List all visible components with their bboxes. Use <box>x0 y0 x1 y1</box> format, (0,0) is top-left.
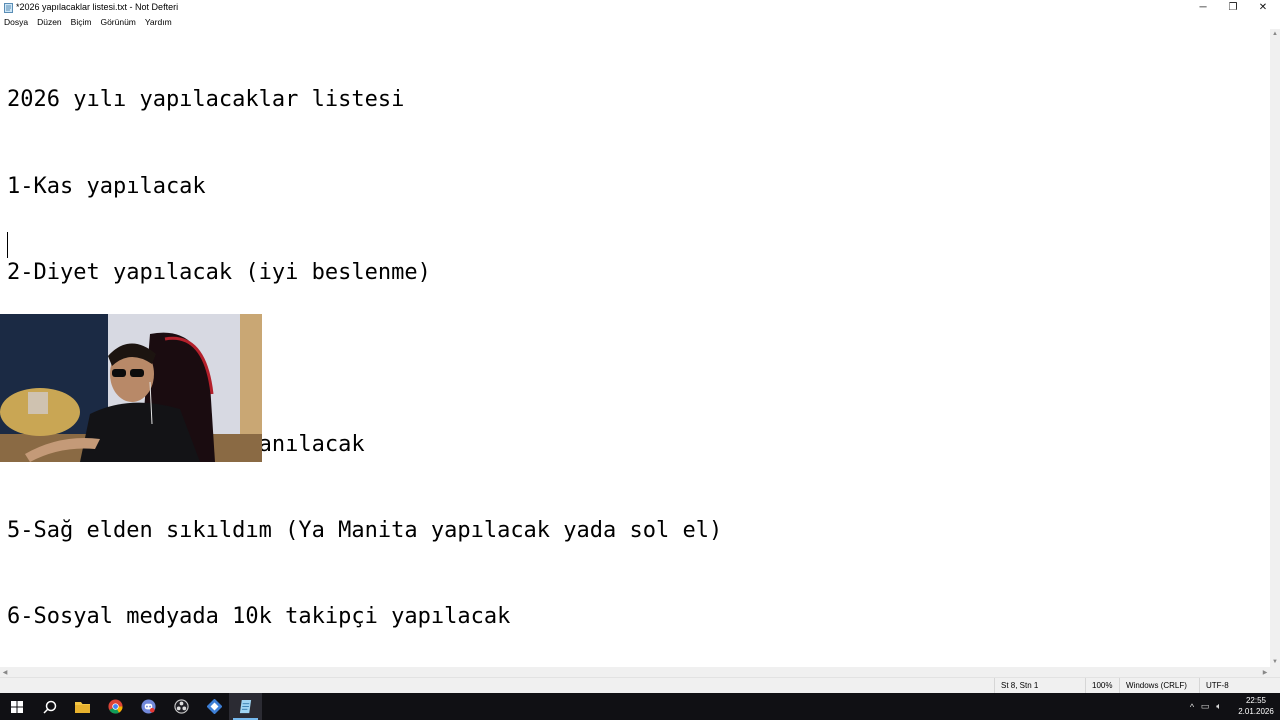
editor-line: 2026 yılı yapılacaklar listesi <box>7 87 405 113</box>
menu-gorunum[interactable]: Görünüm <box>100 15 135 29</box>
clock-time: 22:55 <box>1245 696 1267 705</box>
minimize-icon: ─ <box>1199 2 1207 13</box>
file-explorer-icon <box>75 701 90 713</box>
scroll-up-icon[interactable]: ▲ <box>1270 29 1280 39</box>
line-ending: Windows (CRLF) <box>1119 678 1187 694</box>
obs-button[interactable] <box>165 693 198 720</box>
minimize-button[interactable]: ─ <box>1188 0 1218 15</box>
network-icon[interactable]: ▭ <box>1198 701 1212 712</box>
editor-line: 6-Sosyal medyada 10k takipçi yapılacak <box>7 603 511 629</box>
webcam-overlay <box>0 314 262 462</box>
taskbar-clock[interactable]: 22:55 2.01.2026 <box>1236 695 1276 717</box>
file-explorer-button[interactable] <box>66 693 99 720</box>
menu-dosya[interactable]: Dosya <box>4 15 28 29</box>
search-icon <box>42 700 56 714</box>
close-button[interactable]: ✕ <box>1248 0 1278 15</box>
notepad-app-icon <box>3 2 13 13</box>
taskbar: ^ ▭ 🔈︎ 22:55 2.01.2026 <box>0 693 1280 720</box>
menu-duzen[interactable]: Düzen <box>37 15 62 29</box>
windows-start-icon <box>10 700 23 713</box>
horizontal-scrollbar[interactable]: ◀ ▶ <box>0 667 1270 677</box>
editor-line: 1-Kas yapılacak <box>7 173 206 199</box>
volume-icon[interactable]: 🔈︎ <box>1212 701 1226 712</box>
system-tray: ^ ▭ 🔈︎ <box>1186 693 1226 720</box>
discord-button[interactable] <box>132 693 165 720</box>
clock-date: 2.01.2026 <box>1238 707 1274 716</box>
editor-line: 2-Diyet yapılacak (iyi beslenme) <box>7 259 431 285</box>
maximize-button[interactable]: ❐ <box>1218 0 1248 15</box>
vertical-scrollbar[interactable]: ▲ ▼ <box>1270 29 1280 667</box>
restore-icon: ❐ <box>1228 2 1238 13</box>
start-button[interactable] <box>0 693 33 720</box>
encoding: UTF-8 <box>1199 678 1229 694</box>
notepad-icon <box>239 699 252 714</box>
zoom-level: 100% <box>1085 678 1112 694</box>
window-title: *2026 yapılacaklar listesi.txt - Not Def… <box>16 2 179 12</box>
app-button[interactable] <box>198 693 231 720</box>
scroll-down-icon[interactable]: ▼ <box>1270 657 1280 667</box>
search-button[interactable] <box>33 693 66 720</box>
status-bar: St 8, Stn 1 100% Windows (CRLF) UTF-8 <box>0 677 1280 694</box>
text-caret <box>7 232 8 258</box>
scroll-corner <box>1270 667 1280 677</box>
chevron-up-icon[interactable]: ^ <box>1186 702 1198 712</box>
obs-icon <box>174 699 189 714</box>
scroll-left-icon[interactable]: ◀ <box>0 667 10 677</box>
editor-line: 5-Sağ elden sıkıldım (Ya Manita yapılaca… <box>7 517 723 543</box>
chrome-icon <box>108 699 123 714</box>
menu-bicim[interactable]: Biçim <box>71 15 92 29</box>
cursor-position: St 8, Stn 1 <box>994 678 1038 694</box>
notepad-taskbar-button[interactable] <box>229 693 262 720</box>
chrome-button[interactable] <box>99 693 132 720</box>
discord-icon <box>141 699 156 714</box>
close-icon: ✕ <box>1258 2 1268 13</box>
scroll-right-icon[interactable]: ▶ <box>1260 667 1270 677</box>
app-icon <box>207 699 222 714</box>
menu-bar: Dosya Düzen Biçim Görünüm Yardım <box>0 15 1280 29</box>
title-bar: *2026 yapılacaklar listesi.txt - Not Def… <box>0 0 1280 15</box>
menu-yardim[interactable]: Yardım <box>145 15 172 29</box>
